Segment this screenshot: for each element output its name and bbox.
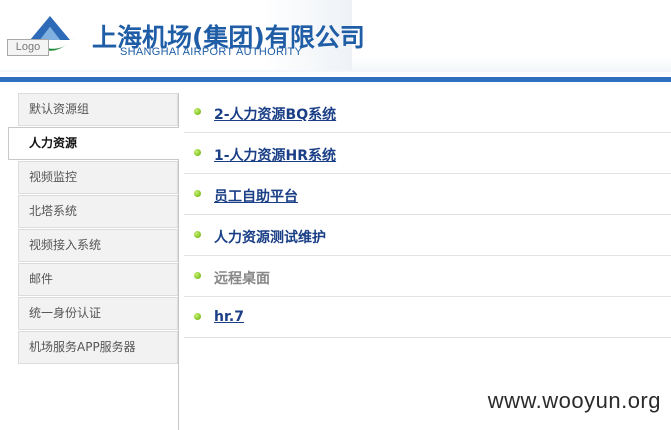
bullet-icon [194, 272, 201, 279]
bullet-icon [194, 231, 201, 238]
header-divider-bar [0, 77, 671, 82]
bullet-icon [194, 149, 201, 156]
sidebar-item-unified-auth[interactable]: 统一身份认证 [18, 297, 178, 330]
header: Logo 上海机场(集团)有限公司 SHANGHAI AIRPORT AUTHO… [0, 0, 671, 72]
resource-link[interactable]: hr.7 [214, 309, 244, 325]
resource-link[interactable]: 2-人力资源BQ系统 [214, 104, 336, 124]
bullet-icon [194, 108, 201, 115]
bullet-icon [194, 190, 201, 197]
list-item: hr.7 [184, 298, 671, 338]
sidebar-item-mail[interactable]: 邮件 [18, 263, 178, 296]
resource-link[interactable]: 人力资源测试维护 [214, 227, 326, 247]
sidebar: 默认资源组 人力资源 视频监控 北塔系统 视频接入系统 邮件 统一身份认证 机场… [8, 93, 179, 365]
list-item: 1-人力资源HR系统 [184, 134, 671, 174]
list-item: 远程桌面 [184, 257, 671, 297]
sidebar-item-north-tower[interactable]: 北塔系统 [18, 195, 178, 228]
logo-button[interactable]: Logo [7, 39, 49, 56]
list-item: 员工自助平台 [184, 175, 671, 215]
sidebar-item-hr[interactable]: 人力资源 [8, 127, 179, 160]
list-item: 2-人力资源BQ系统 [184, 93, 671, 133]
resource-list: 2-人力资源BQ系统 1-人力资源HR系统 员工自助平台 人力资源测试维护 远程… [184, 93, 671, 339]
bullet-icon [194, 313, 201, 320]
sidebar-item-video-access[interactable]: 视频接入系统 [18, 229, 178, 262]
resource-link-disabled: 远程桌面 [214, 271, 270, 287]
sidebar-item-app-server[interactable]: 机场服务APP服务器 [18, 331, 178, 364]
sidebar-item-video-monitoring[interactable]: 视频监控 [18, 161, 178, 194]
resource-link[interactable]: 1-人力资源HR系统 [214, 145, 336, 165]
company-name-en: SHANGHAI AIRPORT AUTHORITY [120, 46, 303, 58]
sidebar-item-default-group[interactable]: 默认资源组 [18, 93, 178, 126]
resource-link[interactable]: 员工自助平台 [214, 186, 298, 206]
watermark: www.wooyun.org [487, 388, 661, 413]
list-item: 人力资源测试维护 [184, 216, 671, 256]
